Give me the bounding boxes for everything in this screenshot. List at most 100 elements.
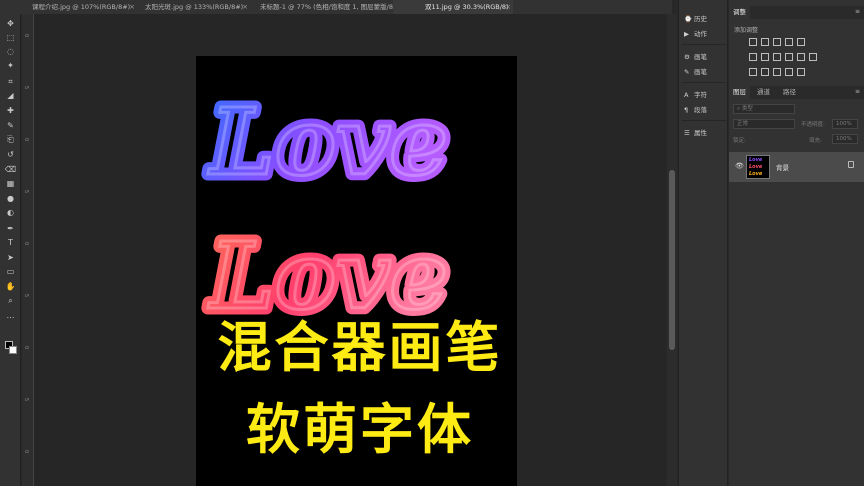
ruler-tick-label: 0 <box>23 450 29 454</box>
layer-row-background[interactable]: 👁 Love Love Love 背景 <box>729 152 864 182</box>
paragraph-icon: ¶ <box>684 106 689 114</box>
brush-settings-label: 画笔 <box>694 53 707 61</box>
lasso-tool-icon[interactable]: ◌ <box>4 46 17 57</box>
more-tools-icon[interactable]: … <box>4 310 17 321</box>
clone-stamp-icon[interactable]: ⎗ <box>4 134 17 145</box>
thumb-word: Love <box>749 157 763 163</box>
photo-filter-icon[interactable] <box>785 53 793 61</box>
tab-adjustments[interactable]: 调整 <box>729 6 750 19</box>
love-word-blue-highlight: Love <box>207 88 448 196</box>
posterize-icon[interactable] <box>761 68 769 76</box>
paragraph-panel-button[interactable]: ¶ 段落 <box>684 104 707 116</box>
layer-kind-placeholder: 类型 <box>741 106 753 112</box>
ruler-tick-label: 5 <box>23 398 29 402</box>
fill-field[interactable]: 100% <box>832 134 858 144</box>
tab-double-11[interactable]: 双11.jpg @ 30.3%(RGB/8) × <box>393 0 513 14</box>
blend-mode-select[interactable]: 正常 <box>733 119 795 129</box>
visibility-eye-icon[interactable]: 👁 <box>735 162 744 170</box>
adjustment-icons-row-1 <box>749 38 809 48</box>
search-icon: ⌕ <box>737 106 741 112</box>
close-icon[interactable]: × <box>505 0 511 14</box>
tab-untitled-1[interactable]: 未标题-1 @ 77% (色相/饱和度 1, 图层蒙版/8) * × <box>228 0 413 14</box>
pen-tool-icon[interactable]: ✒ <box>4 223 17 234</box>
love-word-red-highlight: Love <box>207 222 448 330</box>
zoom-tool-icon[interactable]: ⌕ <box>4 295 17 306</box>
divider <box>682 120 726 121</box>
eyedropper-icon[interactable]: ◢ <box>4 90 17 101</box>
add-adjustment-label: 添加调整 <box>734 27 759 34</box>
brightness-contrast-icon[interactable] <box>749 38 757 46</box>
paragraph-label: 段落 <box>694 106 707 114</box>
crop-tool-icon[interactable]: ⌗ <box>4 76 17 87</box>
ruler-tick-label: 5 <box>23 86 29 90</box>
ruler-tick-label: 0 <box>23 346 29 350</box>
layer-thumbnail: Love Love Love <box>746 155 770 179</box>
background-color-swatch[interactable] <box>9 346 17 354</box>
color-balance-icon[interactable] <box>761 53 769 61</box>
properties-panel-button[interactable]: ☰ 属性 <box>684 127 707 139</box>
blur-tool-icon[interactable]: ● <box>4 193 17 204</box>
vibrance-icon[interactable] <box>797 38 805 46</box>
properties-icon: ☰ <box>684 129 690 137</box>
tools-panel: ✥ ⬚ ◌ ✦ ⌗ ◢ ✚ ✎ ⎗ ↺ ⌫ ▦ ● ◐ ✒ T ➤ ▭ ✋ ⌕ … <box>0 14 21 486</box>
thumb-word: Love <box>749 171 763 177</box>
panel-menu-icon[interactable]: ≡ <box>855 8 860 15</box>
curves-icon[interactable] <box>773 38 781 46</box>
fill-label: 填充: <box>809 138 822 144</box>
tab-channels[interactable]: 通道 <box>753 86 774 99</box>
scrollbar-thumb[interactable] <box>669 170 675 350</box>
gradient-map-icon[interactable] <box>797 68 805 76</box>
actions-panel-button[interactable]: ▶ 动作 <box>684 28 707 40</box>
marquee-tool-icon[interactable]: ⬚ <box>4 32 17 43</box>
history-panel-button[interactable]: ⌚ 历史 <box>684 13 707 25</box>
magic-wand-icon[interactable]: ✦ <box>4 60 17 71</box>
opacity-field[interactable]: 100% <box>832 119 858 129</box>
thumb-word: Love <box>749 164 763 170</box>
actions-label: 动作 <box>694 30 707 38</box>
type-tool-icon[interactable]: T <box>4 237 17 248</box>
path-selection-icon[interactable]: ➤ <box>4 252 17 263</box>
dodge-tool-icon[interactable]: ◐ <box>4 207 17 218</box>
video-title-line-2: 软萌字体 <box>245 398 474 461</box>
ruler-tick-label: 0 <box>23 34 29 38</box>
channel-mixer-icon[interactable] <box>797 53 805 61</box>
character-panel-button[interactable]: A 字符 <box>684 89 707 101</box>
layers-panel-header: 图层 通道 路径 ≡ <box>729 86 864 99</box>
brush-icon: ✎ <box>684 68 690 76</box>
brushes-label: 画笔 <box>694 68 707 76</box>
tab-label: 未标题-1 @ 77% (色相/饱和度 1, 图层蒙版/8) * <box>260 3 401 11</box>
selective-color-icon[interactable] <box>785 68 793 76</box>
brush-settings-icon: ⚙ <box>684 53 690 61</box>
brush-settings-panel-button[interactable]: ⚙ 画笔 <box>684 51 707 63</box>
black-white-icon[interactable] <box>773 53 781 61</box>
properties-label: 属性 <box>694 129 707 137</box>
tab-layers[interactable]: 图层 <box>729 86 750 99</box>
move-tool-icon[interactable]: ✥ <box>4 18 17 29</box>
healing-brush-icon[interactable]: ✚ <box>4 105 17 116</box>
eraser-icon[interactable]: ⌫ <box>4 164 17 175</box>
collapsed-panel-dock: ⌚ 历史 ▶ 动作 ⚙ 画笔 ✎ 画笔 A 字符 ¶ 段落 ☰ 属性 <box>678 0 728 486</box>
shape-tool-icon[interactable]: ▭ <box>4 266 17 277</box>
tab-paths[interactable]: 路径 <box>779 86 800 99</box>
invert-icon[interactable] <box>749 68 757 76</box>
brush-tool-icon[interactable]: ✎ <box>4 120 17 131</box>
tab-label: 双11.jpg @ 30.3%(RGB/8) <box>425 3 509 11</box>
hue-saturation-icon[interactable] <box>749 53 757 61</box>
levels-icon[interactable] <box>761 38 769 46</box>
vertical-ruler: 0 5 0 5 0 5 0 5 0 <box>22 14 34 486</box>
document-tab-bar: 课程介绍.jpg @ 107%(RGB/8#) × 太阳光斑.jpg @ 133… <box>0 0 672 14</box>
history-brush-icon[interactable]: ↺ <box>4 149 17 160</box>
color-lookup-icon[interactable] <box>809 53 817 61</box>
layer-kind-filter[interactable]: ⌕ 类型 <box>733 104 795 114</box>
lock-icon <box>848 161 854 168</box>
threshold-icon[interactable] <box>773 68 781 76</box>
hand-tool-icon[interactable]: ✋ <box>4 281 17 292</box>
character-label: 字符 <box>694 91 707 99</box>
gradient-tool-icon[interactable]: ▦ <box>4 178 17 189</box>
exposure-icon[interactable] <box>785 38 793 46</box>
ruler-tick-label: 5 <box>23 294 29 298</box>
opacity-label: 不透明度: <box>801 122 825 128</box>
brushes-panel-button[interactable]: ✎ 画笔 <box>684 66 707 78</box>
panel-menu-icon[interactable]: ≡ <box>855 88 860 95</box>
play-icon: ▶ <box>684 30 689 38</box>
